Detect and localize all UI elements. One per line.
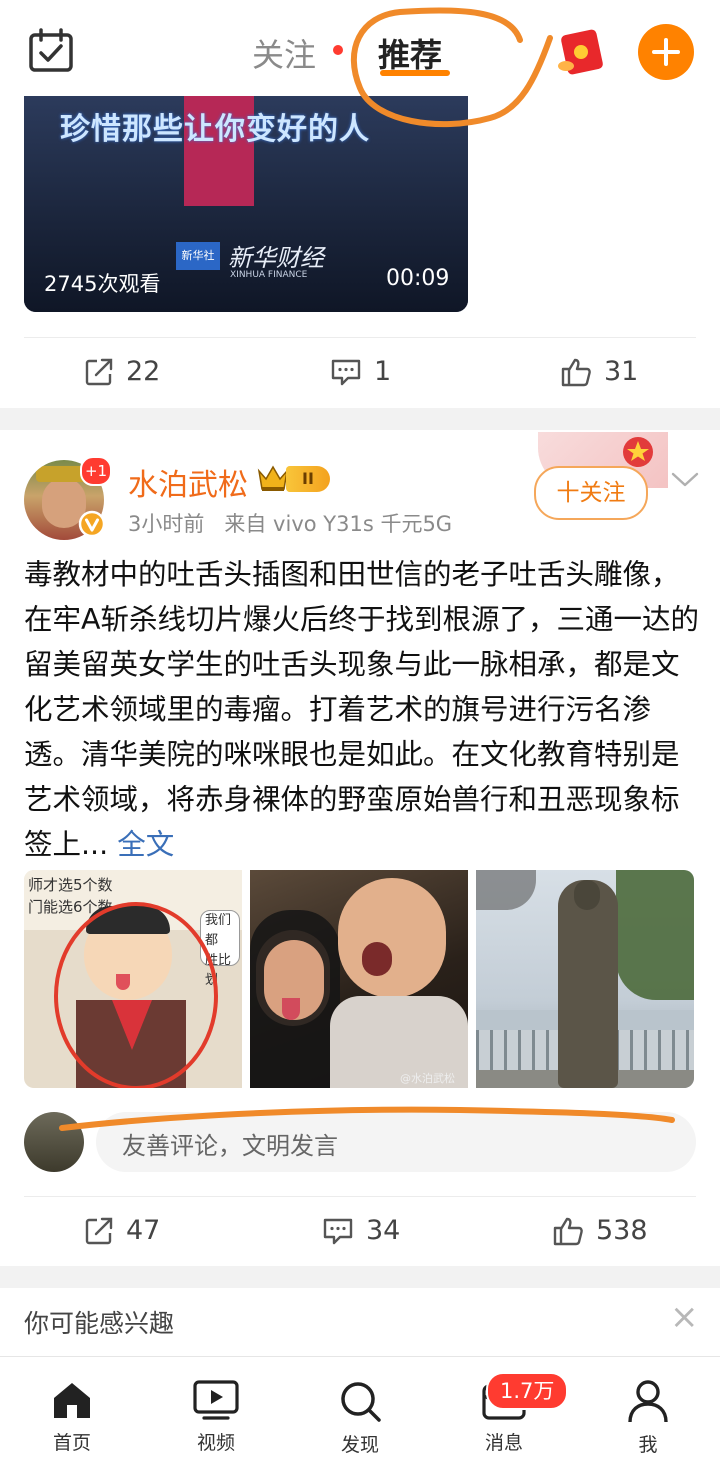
nav-label: 发现 (340, 1434, 379, 1456)
watermark-sub: XINHUA FINANCE (230, 270, 308, 280)
post-image-3[interactable] (476, 870, 694, 1088)
post-meta: 3小时前 来自 vivo Y31s 千元5G (128, 512, 453, 536)
comment-button[interactable]: 1 (330, 356, 391, 387)
username[interactable]: 水泊武松 (128, 460, 248, 504)
create-post-button[interactable] (638, 24, 694, 80)
comment-icon (323, 1218, 353, 1244)
video-duration: 00:09 (386, 266, 450, 291)
verified-icon (78, 510, 106, 538)
share-count: 47 (126, 1215, 161, 1246)
annotation-scribble (350, 7, 553, 128)
comment-count: 1 (374, 356, 392, 387)
search-icon (341, 1382, 381, 1422)
nav-label: 视频 (196, 1432, 235, 1454)
post-image-1[interactable]: 师才选5个数 门能选6个数。 我们都 胜比划 (24, 870, 242, 1088)
nav-discover[interactable]: 发现 (310, 1378, 410, 1457)
nav-label: 我 (638, 1434, 658, 1456)
comment-button[interactable]: 34 (322, 1215, 400, 1246)
video-play-icon (193, 1380, 239, 1420)
divider (24, 337, 696, 338)
thumbs-up-icon (561, 358, 591, 386)
feed-separator (0, 1266, 720, 1288)
share-button[interactable]: 47 (84, 1215, 160, 1246)
calendar-check-icon[interactable] (28, 28, 74, 74)
red-circle-annotation (54, 902, 218, 1088)
nav-video[interactable]: 视频 (166, 1378, 266, 1455)
divider (24, 1196, 696, 1197)
nav-label: 消息 (484, 1432, 523, 1454)
share-count: 22 (126, 356, 161, 387)
post-body-text: 毒教材中的吐舌头插图和田世信的老子吐舌头雕像，在牢A斩杀线切片爆火后终于找到根源… (24, 558, 699, 861)
red-packet-icon[interactable] (556, 28, 608, 76)
post-body: 毒教材中的吐舌头插图和田世信的老子吐舌头雕像，在牢A斩杀线切片爆火后终于找到根源… (24, 552, 700, 867)
like-count: 31 (604, 356, 639, 387)
nav-home[interactable]: 首页 (22, 1378, 122, 1455)
post-image-2[interactable]: @水泊武松 (250, 870, 468, 1088)
comment-count: 34 (366, 1215, 401, 1246)
watermark-main: 新华财经 (228, 244, 324, 272)
tab-follow[interactable]: 关注 (252, 30, 316, 76)
thumbs-up-icon (553, 1217, 583, 1245)
message-badge: 1.7万 (486, 1372, 569, 1410)
chevron-down-icon[interactable] (670, 470, 700, 490)
follow-button[interactable]: 十关注 (534, 466, 648, 520)
crown-icon (257, 465, 289, 491)
feed-separator (0, 408, 720, 430)
annotation-underline (59, 1106, 675, 1131)
share-button[interactable]: 22 (84, 356, 160, 387)
suggest-title: 你可能感兴趣 (24, 1309, 175, 1338)
comment-icon (331, 359, 361, 385)
level-badge: II (286, 466, 330, 492)
share-icon (85, 358, 113, 385)
plus-icon (652, 38, 680, 66)
nav-label: 首页 (52, 1432, 91, 1454)
like-count: 538 (596, 1215, 648, 1246)
home-icon (54, 1383, 90, 1418)
full-text-link[interactable]: 全文 (117, 828, 174, 861)
like-button[interactable]: 538 (552, 1215, 648, 1246)
nav-profile[interactable]: 我 (598, 1378, 698, 1457)
avatar-badge: +1 (80, 456, 112, 486)
xinhua-logo: 新华社 (176, 242, 220, 270)
close-icon[interactable]: × (670, 1300, 699, 1334)
view-count: 2745次观看 (44, 272, 161, 296)
star-emblem-icon (623, 437, 653, 467)
profile-icon (628, 1380, 668, 1423)
like-button[interactable]: 31 (560, 356, 638, 387)
image-watermark: @水泊武松 (400, 1072, 455, 1085)
video-overlay-text: 珍惜那些让你变好的人 (60, 112, 370, 147)
share-icon (85, 1217, 113, 1244)
statue-shape (558, 880, 618, 1088)
